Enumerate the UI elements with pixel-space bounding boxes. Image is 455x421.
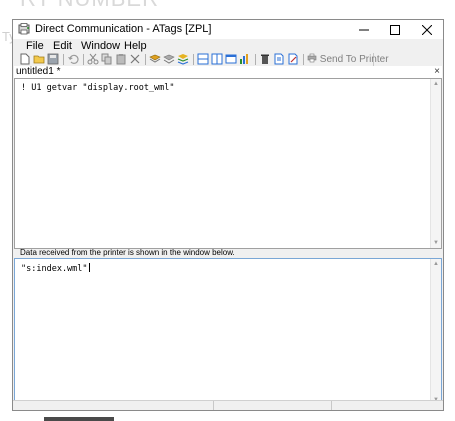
open-folder-icon[interactable] bbox=[33, 53, 45, 65]
menu-bar: File Edit Window Help bbox=[13, 39, 443, 53]
toolbar-separator bbox=[63, 54, 64, 65]
chart-icon[interactable] bbox=[239, 53, 251, 65]
send-icon[interactable] bbox=[149, 53, 161, 65]
editor-scrollbar[interactable]: ▲ ▼ bbox=[430, 79, 441, 248]
scroll-down-icon[interactable]: ▼ bbox=[433, 240, 439, 246]
layout-horizontal-icon[interactable] bbox=[197, 53, 209, 65]
status-bar bbox=[13, 400, 443, 410]
menu-edit[interactable]: Edit bbox=[53, 39, 72, 53]
response-text-wrap: "s:index.wml" bbox=[21, 263, 90, 274]
copy-icon[interactable] bbox=[101, 53, 113, 65]
toolbar-separator bbox=[83, 54, 84, 65]
printer-send-icon bbox=[307, 53, 317, 63]
layout-vertical-icon[interactable] bbox=[211, 53, 223, 65]
maximize-icon bbox=[390, 24, 400, 35]
command-text: ! U1 getvar "display.root_wml" bbox=[21, 83, 175, 93]
receive-icon[interactable] bbox=[163, 53, 175, 65]
menu-file[interactable]: File bbox=[26, 39, 44, 53]
taskbar-fragment bbox=[44, 417, 114, 421]
toolbar-separator bbox=[303, 54, 304, 65]
toolbar-separator bbox=[193, 54, 194, 65]
app-icon bbox=[18, 23, 30, 35]
background-heading: RT NUMBER bbox=[20, 0, 159, 12]
response-scrollbar[interactable]: ▲ ▼ bbox=[430, 259, 441, 405]
new-file-icon[interactable] bbox=[19, 53, 31, 65]
close-icon bbox=[422, 24, 432, 35]
window-title: Direct Communication - ATags [ZPL] bbox=[35, 23, 212, 35]
menu-help[interactable]: Help bbox=[124, 39, 147, 53]
toolbar: Send To Printer bbox=[15, 53, 389, 67]
title-bar[interactable]: Direct Communication - ATags [ZPL] bbox=[13, 20, 443, 39]
status-divider bbox=[331, 401, 332, 410]
command-editor[interactable]: ! U1 getvar "display.root_wml" ▲ ▼ bbox=[14, 78, 442, 249]
save-icon[interactable] bbox=[47, 53, 59, 65]
printer-response-panel[interactable]: "s:index.wml" ▲ ▼ bbox=[14, 258, 442, 406]
send-to-printer-button[interactable]: Send To Printer bbox=[307, 53, 389, 65]
menu-window[interactable]: Window bbox=[81, 39, 120, 53]
scroll-up-icon[interactable]: ▲ bbox=[433, 261, 439, 267]
direct-communication-window: Direct Communication - ATags [ZPL] File … bbox=[12, 19, 444, 411]
undo-icon[interactable] bbox=[67, 53, 79, 65]
stack-icon[interactable] bbox=[177, 53, 189, 65]
status-divider bbox=[213, 401, 214, 410]
trash-icon[interactable] bbox=[259, 53, 271, 65]
paste-icon[interactable] bbox=[115, 53, 127, 65]
tab-close-icon[interactable]: × bbox=[434, 66, 440, 78]
send-to-printer-label: Send To Printer bbox=[319, 54, 389, 65]
delete-icon[interactable] bbox=[129, 53, 141, 65]
tab-untitled1[interactable]: untitled1 * bbox=[16, 66, 60, 78]
scroll-up-icon[interactable]: ▲ bbox=[433, 81, 439, 87]
document-edit-icon[interactable] bbox=[287, 53, 299, 65]
info-text: Data received from the printer is shown … bbox=[20, 248, 235, 257]
text-caret bbox=[88, 263, 90, 272]
cut-icon[interactable] bbox=[87, 53, 99, 65]
minimize-icon bbox=[359, 29, 369, 30]
minimize-button[interactable] bbox=[349, 20, 379, 39]
response-text: "s:index.wml" bbox=[21, 264, 88, 274]
close-button[interactable] bbox=[412, 20, 442, 39]
layout-single-icon[interactable] bbox=[225, 53, 237, 65]
toolbar-separator bbox=[145, 54, 146, 65]
maximize-button[interactable] bbox=[380, 20, 410, 39]
toolbar-separator bbox=[255, 54, 256, 65]
document-icon[interactable] bbox=[273, 53, 285, 65]
